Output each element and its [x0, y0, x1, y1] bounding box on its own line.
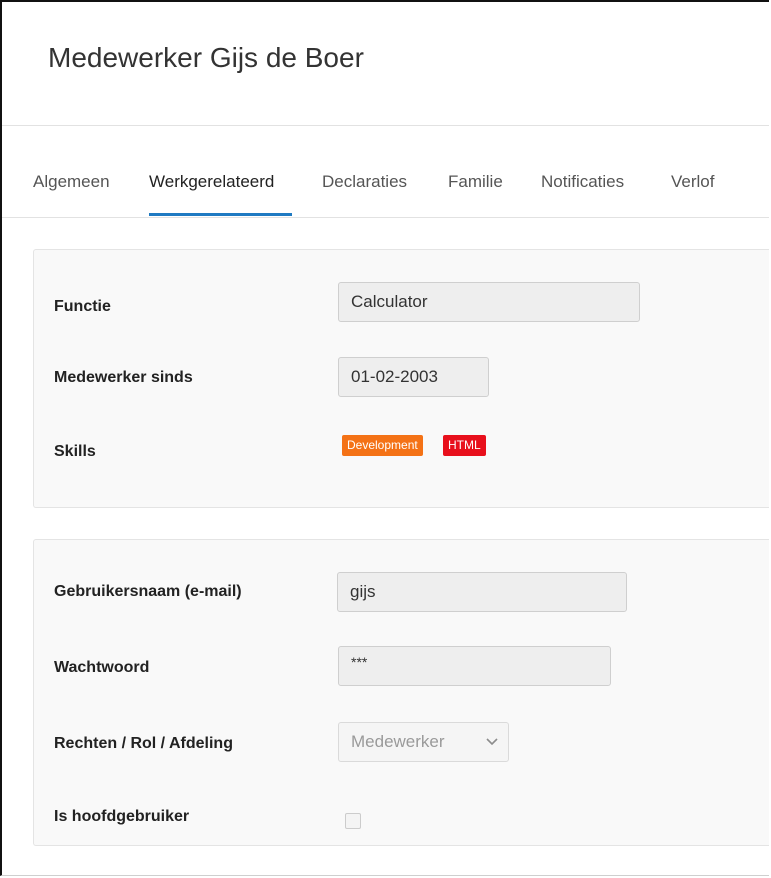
tab-declaraties[interactable]: Declaraties: [322, 172, 407, 192]
role-label: Rechten / Rol / Afdeling: [54, 735, 233, 752]
skill-badge-development: Development: [342, 435, 423, 456]
skills-label: Skills: [54, 443, 96, 460]
tab-familie[interactable]: Familie: [448, 172, 503, 192]
functie-field[interactable]: Calculator: [338, 282, 640, 322]
tab-notificaties[interactable]: Notificaties: [541, 172, 624, 192]
tab-werkgerelateerd[interactable]: Werkgerelateerd: [149, 172, 274, 192]
role-select-value: Medewerker: [351, 732, 445, 751]
active-tab-indicator: [149, 213, 292, 216]
tab-bar: Algemeen Werkgerelateerd Declaraties Fam…: [2, 126, 769, 218]
role-select[interactable]: Medewerker: [338, 722, 509, 762]
username-label: Gebruikersnaam (e-mail): [54, 583, 242, 600]
medewerker-sinds-field[interactable]: 01-02-2003: [338, 357, 489, 397]
employee-window: Medewerker Gijs de Boer Algemeen Werkger…: [0, 0, 769, 876]
main-user-label: Is hoofdgebruiker: [54, 808, 190, 825]
chevron-down-icon: [486, 738, 498, 746]
functie-label: Functie: [54, 298, 111, 315]
tab-algemeen[interactable]: Algemeen: [33, 172, 110, 192]
skill-badge-html: HTML: [443, 435, 486, 456]
password-field[interactable]: ***: [338, 646, 611, 686]
main-user-checkbox[interactable]: [345, 813, 361, 829]
username-field[interactable]: gijs: [337, 572, 627, 612]
password-label: Wachtwoord: [54, 659, 150, 676]
tab-verlof[interactable]: Verlof: [671, 172, 714, 192]
page-title: Medewerker Gijs de Boer: [48, 42, 364, 73]
medewerker-sinds-label: Medewerker sinds: [54, 369, 193, 386]
